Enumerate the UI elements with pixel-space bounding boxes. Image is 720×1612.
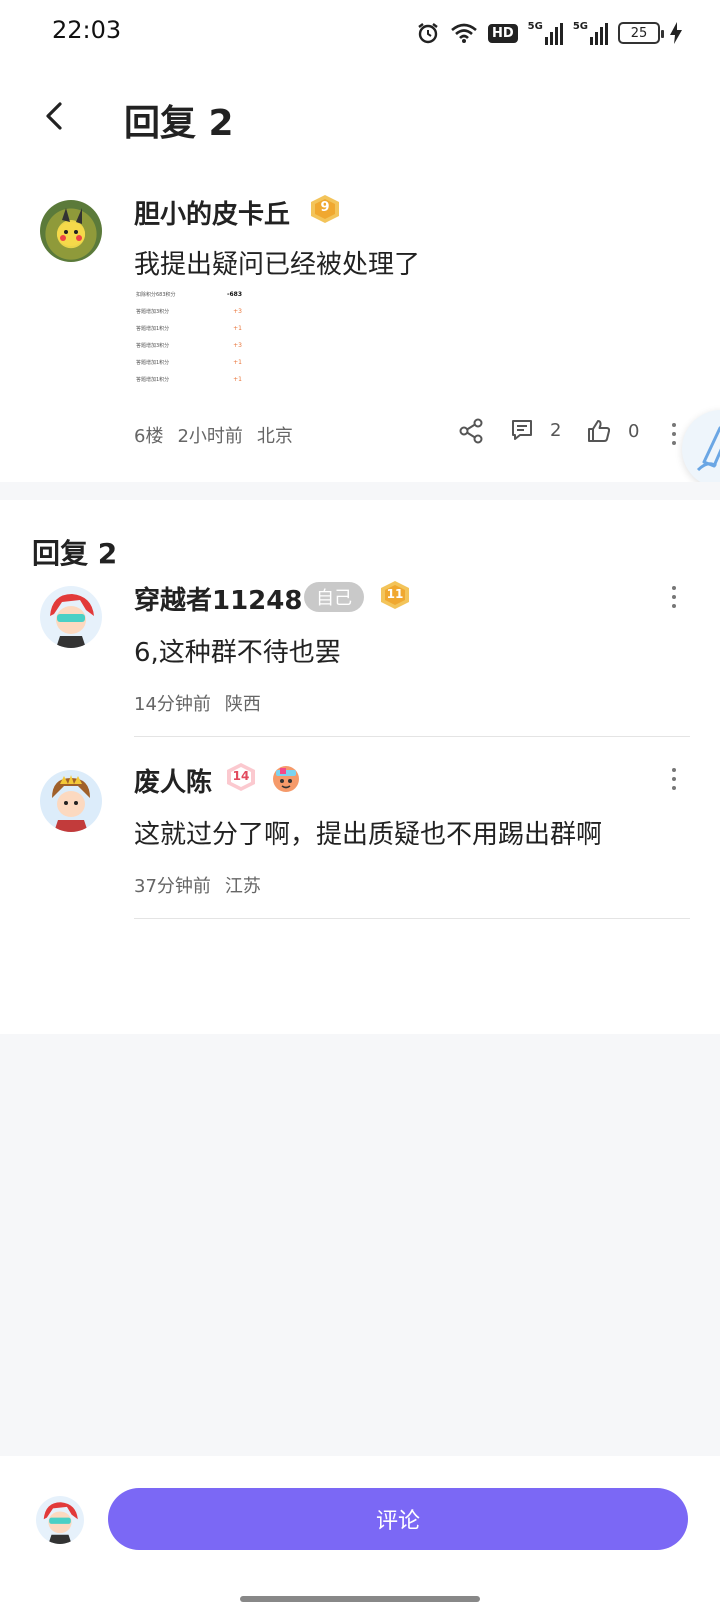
comment-icon (512, 420, 532, 440)
charging-icon (670, 22, 682, 44)
post-location: 北京 (256, 426, 293, 447)
main-post: 胆小的皮卡丘 9 我提出疑问已经被处理了 扣除积分683积分 -683 答题增加3… (0, 170, 720, 482)
share-icon (459, 418, 483, 444)
pen-icon (696, 426, 720, 472)
status-time: 22:03 (52, 16, 122, 44)
reply-meta: 14分钟前 陕西 (134, 690, 275, 716)
level-badge: 9 (308, 194, 342, 224)
comment-count-button[interactable]: 2 (510, 418, 561, 442)
thumbs-up-icon (588, 420, 611, 442)
chevron-left-icon (46, 102, 62, 130)
back-button[interactable] (34, 94, 74, 138)
level-badge: 14 (224, 762, 258, 792)
replies-title: 回复 2 (32, 537, 118, 570)
wifi-icon (451, 23, 477, 43)
header: 回复 2 (0, 66, 720, 170)
status-bar: 22:03 HD 5G 5G 25 (0, 0, 720, 66)
reply-time: 37分钟前 (134, 876, 211, 897)
more-options-button[interactable] (664, 419, 684, 449)
comment-button[interactable]: 评论 (108, 1488, 688, 1550)
post-image-thumbnail[interactable]: 扣除积分683积分 -683 答题增加3积分 +3 答题增加1积分 +1 答题增加3积… (134, 290, 244, 398)
thumb-row: 答题增加1积分 +1 (136, 359, 242, 366)
replies-section: 回复 2 穿越者11248 自己 11 6,这种群不待也罢 14分钟前 陕西 废人… (0, 500, 720, 1034)
like-button[interactable]: 0 (586, 418, 639, 444)
thumb-row: 答题增加3积分 +3 (136, 342, 242, 349)
signal-icon-1: 5G (528, 21, 563, 45)
section-divider (0, 482, 720, 500)
reply-meta: 37分钟前 江苏 (134, 872, 275, 898)
reply-content: 6,这种群不待也罢 (134, 638, 341, 668)
post-content: 我提出疑问已经被处理了 (134, 250, 421, 280)
page-title: 回复 2 (124, 103, 234, 144)
avatar[interactable] (40, 200, 102, 262)
avatar[interactable] (40, 770, 102, 832)
post-meta: 6楼 2小时前 北京 (134, 422, 307, 448)
comment-count: 2 (550, 419, 562, 441)
hd-icon: HD (487, 23, 518, 43)
reply-content: 这就过分了啊，提出质疑也不用踢出群啊 (134, 820, 603, 850)
thumb-row: 答题增加3积分 +3 (136, 308, 242, 315)
post-username[interactable]: 胆小的皮卡丘 (134, 194, 290, 231)
reply-location: 陕西 (224, 694, 261, 715)
reply-more-button[interactable] (664, 582, 684, 612)
reply-more-button[interactable] (664, 764, 684, 794)
my-avatar[interactable] (36, 1496, 84, 1544)
thumb-row: 答题增加1积分 +1 (136, 325, 242, 332)
status-icons: HD 5G 5G 25 (416, 18, 682, 48)
divider (134, 918, 690, 919)
level-badge: 11 (378, 580, 412, 610)
divider (134, 736, 690, 737)
share-button[interactable] (458, 418, 486, 446)
thumb-row: 答题增加1积分 +1 (136, 376, 242, 383)
home-indicator[interactable] (240, 1596, 480, 1602)
reply-username[interactable]: 废人陈 (134, 762, 212, 799)
thumb-row: 扣除积分683积分 -683 (136, 291, 242, 298)
reply-time: 14分钟前 (134, 694, 211, 715)
self-badge: 自己 (304, 582, 364, 612)
signal-icon-2: 5G (573, 21, 608, 45)
reply-location: 江苏 (224, 876, 261, 897)
post-floor: 6楼 (134, 426, 164, 447)
post-time: 2小时前 (177, 426, 243, 447)
reply-username[interactable]: 穿越者11248 (134, 580, 302, 617)
bottom-bar: 评论 (0, 1456, 720, 1612)
like-count: 0 (628, 420, 640, 442)
alarm-icon (418, 23, 438, 44)
medal-icon (270, 762, 302, 794)
avatar[interactable] (40, 586, 102, 648)
battery-icon: 25 (618, 22, 664, 44)
